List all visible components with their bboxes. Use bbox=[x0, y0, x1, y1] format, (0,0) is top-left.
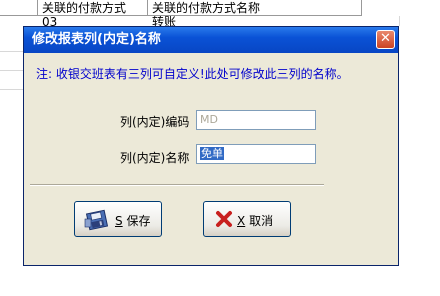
cancel-button-label: X 取消 bbox=[237, 214, 274, 228]
column-name-value: 免单 bbox=[200, 147, 224, 160]
column-code-value: MD bbox=[200, 113, 218, 126]
close-icon[interactable]: ✕ bbox=[376, 30, 395, 49]
grid-row-line bbox=[0, 89, 23, 90]
column-code-field: MD bbox=[196, 110, 316, 130]
column-name-label: 列(内定)名称 bbox=[120, 151, 190, 165]
separator-highlight bbox=[30, 185, 324, 186]
floppy-disk-icon bbox=[84, 209, 110, 234]
grid-partial-cell: 03 bbox=[42, 16, 58, 26]
column-code-label: 列(内定)编码 bbox=[120, 115, 190, 129]
grid-row-line bbox=[0, 70, 23, 71]
dialog-title: 修改报表列(内定)名称 bbox=[32, 32, 161, 47]
cancel-button[interactable]: X 取消 bbox=[203, 201, 291, 237]
save-button-label: S 保存 bbox=[115, 214, 151, 228]
grid-header-payment-method-name[interactable]: 关联的付款方式名称 bbox=[148, 0, 362, 16]
grid-header-payment-method[interactable]: 关联的付款方式 bbox=[38, 0, 148, 16]
grid-row-line bbox=[0, 51, 23, 52]
grid-partial-cell: 转账 bbox=[152, 16, 177, 26]
dialog-titlebar[interactable]: 修改报表列(内定)名称 ✕ bbox=[24, 27, 398, 53]
info-note: 注: 收银交班表有三列可自定义!此处可修改此三列的名称。 bbox=[36, 67, 349, 81]
grid-column-line bbox=[399, 16, 400, 26]
grid-header-cell bbox=[0, 0, 38, 16]
column-name-input[interactable]: 免单 bbox=[196, 144, 316, 164]
edit-column-name-dialog: 修改报表列(内定)名称 ✕ 注: 收银交班表有三列可自定义!此处可修改此三列的名… bbox=[23, 26, 399, 266]
save-button[interactable]: S 保存 bbox=[74, 201, 162, 237]
red-x-icon bbox=[215, 210, 233, 231]
